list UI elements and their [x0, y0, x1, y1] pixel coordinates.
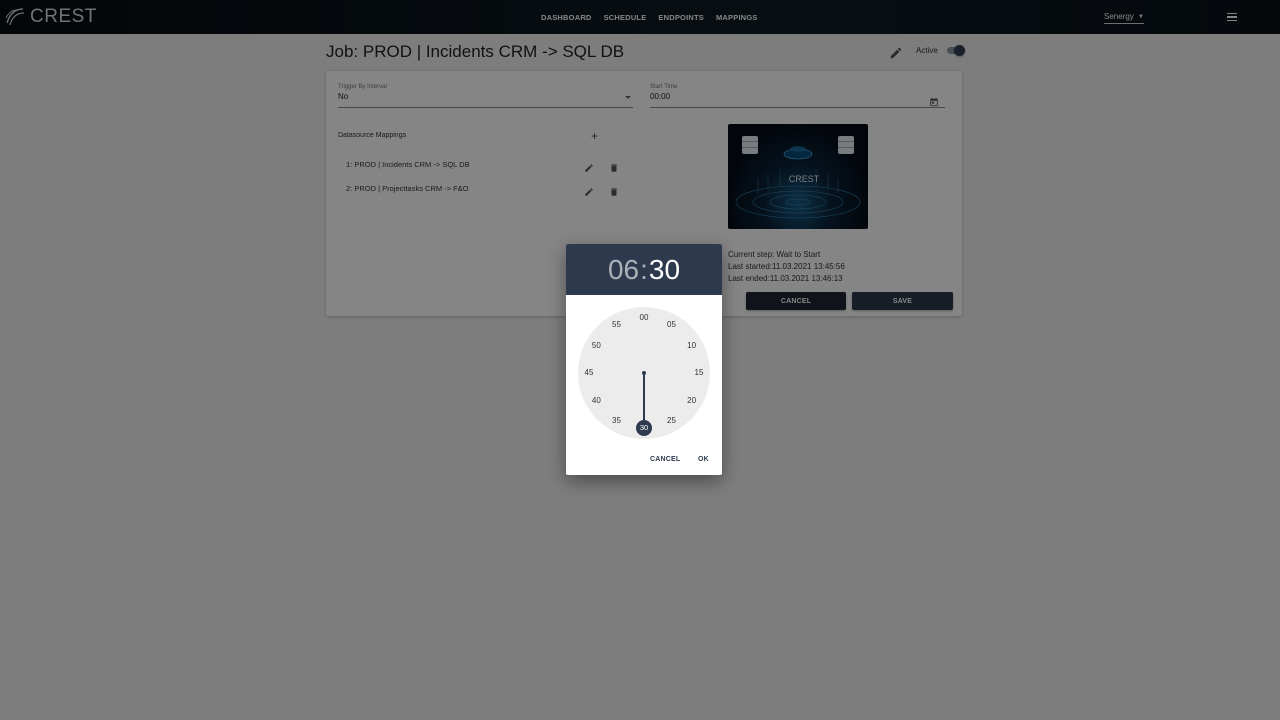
picker-ok-button[interactable]: OK: [698, 456, 709, 463]
clock-minute-55[interactable]: 55: [609, 319, 625, 331]
clock-minute-00[interactable]: 00: [636, 312, 652, 324]
clock-minute-25[interactable]: 25: [664, 415, 680, 427]
clock-minute-15[interactable]: 15: [691, 367, 707, 379]
picker-cancel-button[interactable]: CANCEL: [650, 456, 680, 463]
time-picker-dialog: 06 : 30 00 05 10 15 20 25 30 35 40 45 50 55 CANCEL …: [566, 244, 722, 475]
clock-minute-05[interactable]: 05: [664, 319, 680, 331]
clock-minute-30[interactable]: 30: [636, 422, 652, 434]
clock-face[interactable]: 00 05 10 15 20 25 30 35 40 45 50 55: [578, 307, 710, 439]
clock-minute-35[interactable]: 35: [609, 415, 625, 427]
clock-minute-20[interactable]: 20: [684, 395, 700, 407]
hours-display[interactable]: 06: [608, 254, 639, 286]
time-picker-header: 06 : 30: [566, 244, 722, 295]
clock-minute-45[interactable]: 45: [581, 367, 597, 379]
clock-minute-40[interactable]: 40: [588, 395, 604, 407]
clock-minute-10[interactable]: 10: [684, 340, 700, 352]
clock-minute-50[interactable]: 50: [588, 340, 604, 352]
minutes-display[interactable]: 30: [649, 254, 680, 286]
time-separator: :: [640, 253, 648, 285]
